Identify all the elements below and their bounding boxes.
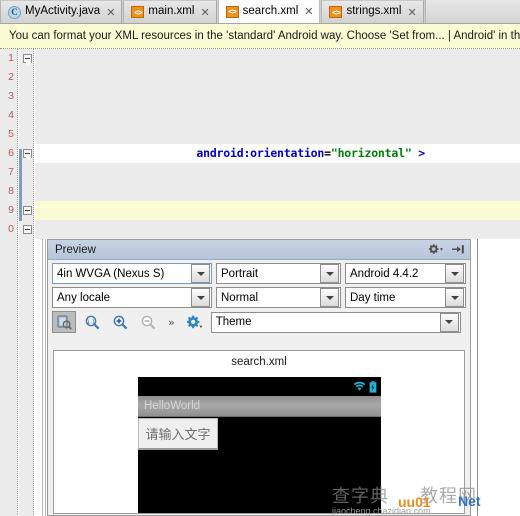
render-canvas[interactable]: search.xml HelloWorld 请输入文字	[53, 350, 465, 514]
theme-select-value: Theme	[215, 316, 252, 328]
tab-close-icon[interactable]: ✕	[304, 6, 313, 17]
locale-select-value: Any locale	[57, 291, 111, 304]
tab-close-icon[interactable]: ✕	[200, 7, 209, 18]
tab-close-icon[interactable]: ✕	[407, 7, 416, 18]
wifi-icon	[353, 381, 366, 392]
xml-file-icon: <>	[225, 5, 239, 18]
code-line-6: <EditText android:id="@+id/edit_message"	[35, 144, 520, 179]
device-app-title: HelloWorld	[144, 400, 201, 412]
tab-label: main.xml	[148, 5, 195, 18]
line-number: 0	[8, 223, 14, 235]
chevron-down-icon[interactable]	[320, 288, 339, 307]
line-number-gutter: 1 2 3 4 5 6 7 8 9 0	[0, 49, 18, 516]
line-number: 2	[8, 71, 14, 83]
battery-icon	[369, 380, 377, 393]
fold-marker-edittext-end[interactable]	[23, 206, 32, 215]
chevron-down-icon[interactable]	[320, 264, 339, 283]
zoom-actual-size-button[interactable]: 1:1	[80, 311, 104, 333]
line-number: 1	[8, 52, 14, 64]
code-line-4: android:layout_height="match_parent"	[35, 106, 520, 141]
tab-label: search.xml	[242, 4, 299, 17]
svg-text:1:1: 1:1	[86, 319, 95, 325]
chevron-down-icon[interactable]	[191, 288, 210, 307]
code-line-1: <LinearLayout xmlns:android="http://sche…	[35, 49, 520, 84]
code-line-8: android:layout_height="wrap_content"	[35, 182, 520, 217]
preview-toolbar-row-3: 1:1 » Theme	[52, 311, 466, 333]
night-mode-select-value: Day time	[350, 291, 396, 304]
api-level-select-value: Android 4.4.2	[350, 267, 419, 280]
tab-strings-xml[interactable]: <> strings.xml ✕	[321, 0, 424, 23]
code-line-9: android:hint="@string/edit_message" />	[35, 201, 520, 236]
orientation-select-value: Portrait	[221, 267, 259, 280]
code-folding-strip[interactable]	[19, 49, 34, 516]
code-line-3: android:layout_width="match_parent"	[35, 87, 520, 122]
chevron-down-icon[interactable]	[439, 312, 459, 332]
device-select[interactable]: 4in WVGA (Nexus S)	[52, 263, 212, 284]
line-number: 3	[8, 90, 14, 102]
theme-select[interactable]: Theme	[210, 311, 461, 333]
device-select-value: 4in WVGA (Nexus S)	[57, 267, 165, 280]
line-number: 8	[8, 185, 14, 197]
overflow-button[interactable]: »	[164, 316, 179, 329]
fold-marker-linearlayout[interactable]	[23, 54, 32, 63]
api-level-select[interactable]: Android 4.4.2	[345, 263, 466, 284]
xml-file-icon: <>	[131, 6, 145, 18]
line-number: 6	[8, 147, 14, 159]
xml-format-notification-banner[interactable]: You can format your XML resources in the…	[0, 24, 520, 49]
zoom-out-button[interactable]	[136, 311, 160, 333]
orientation-select[interactable]: Portrait	[216, 263, 341, 284]
render-file-title: search.xml	[231, 356, 287, 368]
collapse-right-icon[interactable]	[452, 243, 465, 256]
locale-select[interactable]: Any locale	[52, 287, 212, 308]
editor-tab-bar: C MyActivity.java ✕ <> main.xml ✕ <> sea…	[0, 0, 520, 24]
xml-file-icon: <>	[329, 6, 343, 18]
code-line-10: </LinearLayout>	[35, 220, 520, 255]
code-line-5: android:orientation="horizontal" >	[35, 125, 520, 160]
preview-toolbar-row-1: 4in WVGA (Nexus S) Portrait Android 4.4.…	[52, 263, 466, 284]
edit-text-widget[interactable]: 请输入文字	[138, 418, 218, 450]
preview-toolbar: 4in WVGA (Nexus S) Portrait Android 4.4.…	[48, 260, 470, 336]
gear-dropdown-icon[interactable]	[427, 243, 444, 256]
tab-close-icon[interactable]: ✕	[106, 7, 115, 18]
tab-label: strings.xml	[346, 5, 402, 18]
preview-panel-header: Preview	[48, 240, 470, 260]
editor-right-divider	[477, 239, 478, 516]
banner-text: You can format your XML resources in the…	[9, 30, 520, 42]
chevron-down-icon[interactable]	[445, 288, 464, 307]
tab-bar-filler	[424, 0, 520, 23]
tab-main-xml[interactable]: <> main.xml ✕	[123, 0, 217, 23]
device-screen-preview[interactable]: HelloWorld 请输入文字	[138, 377, 381, 513]
night-mode-select[interactable]: Day time	[345, 287, 466, 308]
chevron-down-icon[interactable]	[191, 264, 210, 283]
chevron-down-icon[interactable]	[445, 264, 464, 283]
device-status-bar	[138, 377, 381, 396]
preview-panel-title: Preview	[55, 243, 96, 256]
code-line-7: android:layout_width="wrap_content"	[35, 163, 520, 198]
zoom-in-button[interactable]	[108, 311, 132, 333]
line-number: 7	[8, 166, 14, 178]
code-line-2: xmlns:tools="http://schemas.android.com/…	[35, 68, 520, 103]
fold-marker-linearlayout-end[interactable]	[23, 225, 32, 234]
edit-text-hint: 请输入文字	[145, 428, 211, 443]
tab-search-xml[interactable]: <> search.xml ✕	[217, 0, 321, 23]
ui-mode-select-value: Normal	[221, 291, 259, 304]
line-number: 9	[8, 204, 14, 216]
android-studio-window: C MyActivity.java ✕ <> main.xml ✕ <> sea…	[0, 0, 520, 516]
line-number: 4	[8, 109, 14, 121]
fold-marker-edittext[interactable]	[23, 149, 32, 158]
device-action-bar: HelloWorld	[138, 396, 381, 417]
render-options-gear-icon[interactable]	[183, 311, 207, 333]
preview-toolbar-row-2: Any locale Normal Day time	[52, 287, 466, 308]
preview-panel: Preview 4in WVGA (Nexus S) Portrait Andr…	[47, 239, 471, 516]
tab-myactivity-java[interactable]: C MyActivity.java ✕	[0, 0, 123, 23]
device-content-area: 请输入文字	[138, 417, 381, 513]
refresh-render-button[interactable]	[52, 311, 76, 333]
tab-label: MyActivity.java	[25, 5, 101, 18]
java-class-icon: C	[8, 5, 21, 19]
line-number: 5	[8, 128, 14, 140]
ui-mode-select[interactable]: Normal	[216, 287, 341, 308]
